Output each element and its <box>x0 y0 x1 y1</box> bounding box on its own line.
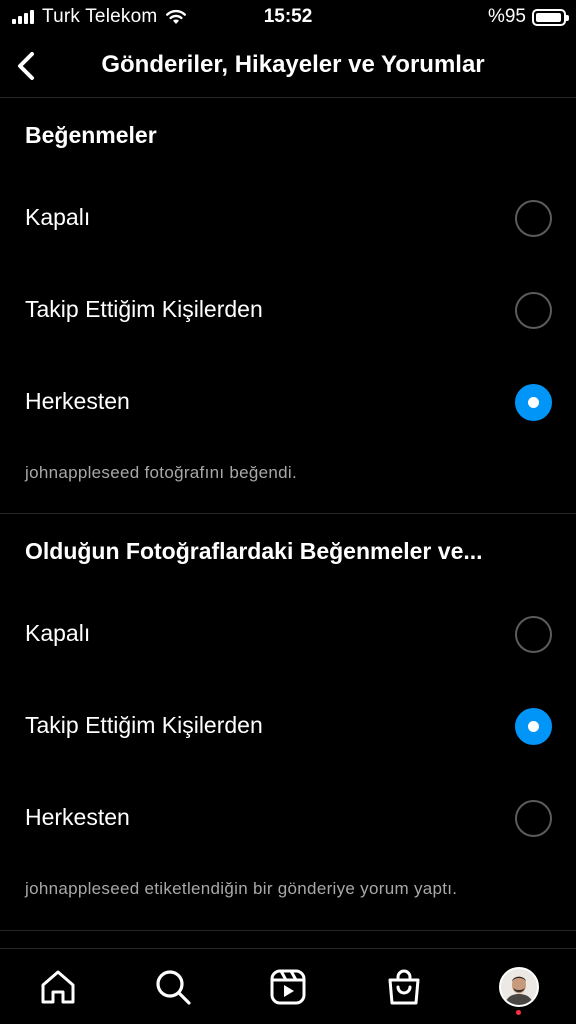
radio-button[interactable] <box>515 800 552 837</box>
tab-search[interactable] <box>153 967 193 1007</box>
section-title-tagged-likes: Olduğun Fotoğraflardaki Beğenmeler ve... <box>25 538 483 564</box>
option-label: Takip Ettiğim Kişilerden <box>25 712 263 738</box>
tagged-option-everyone[interactable]: Herkesten <box>0 783 576 853</box>
home-icon <box>41 970 75 1004</box>
tab-reels[interactable] <box>268 967 308 1007</box>
radio-button[interactable] <box>515 292 552 329</box>
reels-icon <box>270 969 306 1005</box>
search-icon <box>156 970 191 1005</box>
tab-profile[interactable] <box>499 967 539 1007</box>
option-label: Kapalı <box>25 204 91 230</box>
bottom-tab-bar <box>0 948 576 1024</box>
radio-button-selected[interactable] <box>515 708 552 745</box>
radio-button[interactable] <box>515 200 552 237</box>
tab-home[interactable] <box>38 967 78 1007</box>
shop-icon <box>388 969 420 1005</box>
status-bar: Turk Telekom 15:52 %95 <box>0 0 576 34</box>
battery-icon <box>532 8 569 26</box>
avatar-image <box>501 969 537 1005</box>
likes-option-off[interactable]: Kapalı <box>0 183 576 253</box>
tagged-hint: johnappleseed etiketlendiğin bir gönderi… <box>25 879 458 898</box>
radio-button[interactable] <box>515 616 552 653</box>
profile-avatar <box>499 967 539 1007</box>
page-title: Gönderiler, Hikayeler ve Yorumlar <box>101 51 485 78</box>
tagged-option-off[interactable]: Kapalı <box>0 599 576 669</box>
option-label: Herkesten <box>25 804 130 830</box>
section-title-likes: Beğenmeler <box>25 122 157 148</box>
header: Gönderiler, Hikayeler ve Yorumlar <box>0 34 576 98</box>
section-divider <box>0 930 576 931</box>
radio-button-selected[interactable] <box>515 384 552 421</box>
likes-option-following[interactable]: Takip Ettiğim Kişilerden <box>0 275 576 345</box>
tab-shop[interactable] <box>384 967 424 1007</box>
notification-dot <box>516 1010 521 1015</box>
tagged-option-following[interactable]: Takip Ettiğim Kişilerden <box>0 691 576 761</box>
section-divider <box>0 513 576 514</box>
likes-option-everyone[interactable]: Herkesten <box>0 367 576 437</box>
option-label: Herkesten <box>25 388 130 414</box>
option-label: Kapalı <box>25 620 91 646</box>
option-label: Takip Ettiğim Kişilerden <box>25 296 263 322</box>
likes-hint: johnappleseed fotoğrafını beğendi. <box>25 463 298 482</box>
battery-percentage: %95 <box>487 6 526 27</box>
